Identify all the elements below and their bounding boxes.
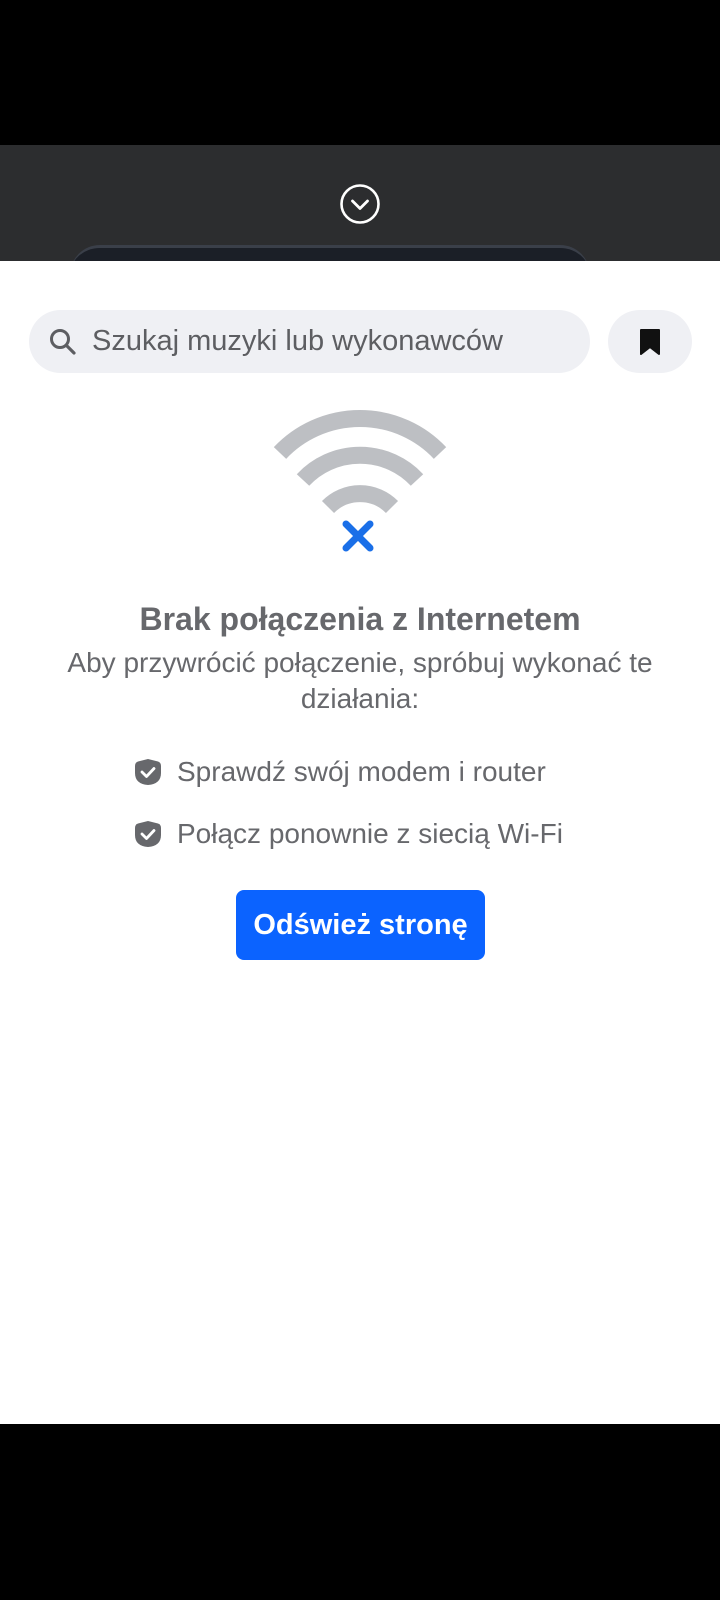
error-title: Brak połączenia z Internetem: [139, 601, 581, 637]
check-badge-icon: [135, 821, 161, 847]
refresh-button[interactable]: Odśwież stronę: [236, 890, 485, 960]
search-icon: [50, 328, 76, 355]
bookmarks-button[interactable]: [608, 310, 692, 373]
status-bar-area: [0, 0, 720, 145]
search-placeholder: Szukaj muzyki lub wykonawców: [92, 325, 503, 357]
tip-text: Połącz ponownie z siecią Wi-Fi: [177, 818, 563, 849]
collapse-button[interactable]: [339, 183, 381, 225]
tips-list: Sprawdź swój modem i router Połącz ponow…: [134, 751, 654, 875]
error-subtitle: Aby przywrócić połączenie, spróbuj wykon…: [67, 647, 653, 714]
navigation-bar-area: [0, 1424, 720, 1600]
list-item: Sprawdź swój modem i router: [134, 751, 654, 793]
background-card-peek: [70, 245, 590, 261]
search-input[interactable]: Szukaj muzyki lub wykonawców: [29, 310, 590, 373]
bookmark-icon: [640, 328, 660, 355]
sheet-header: [0, 145, 720, 261]
chevron-down-circle-icon: [340, 184, 380, 224]
wifi-off-icon: [273, 410, 447, 552]
main-content: Szukaj muzyki lub wykonawców Brak połącz…: [0, 261, 720, 1424]
check-badge-icon: [135, 759, 161, 785]
tip-text: Sprawdź swój modem i router: [177, 756, 546, 787]
list-item: Połącz ponownie z siecią Wi-Fi: [134, 813, 654, 855]
